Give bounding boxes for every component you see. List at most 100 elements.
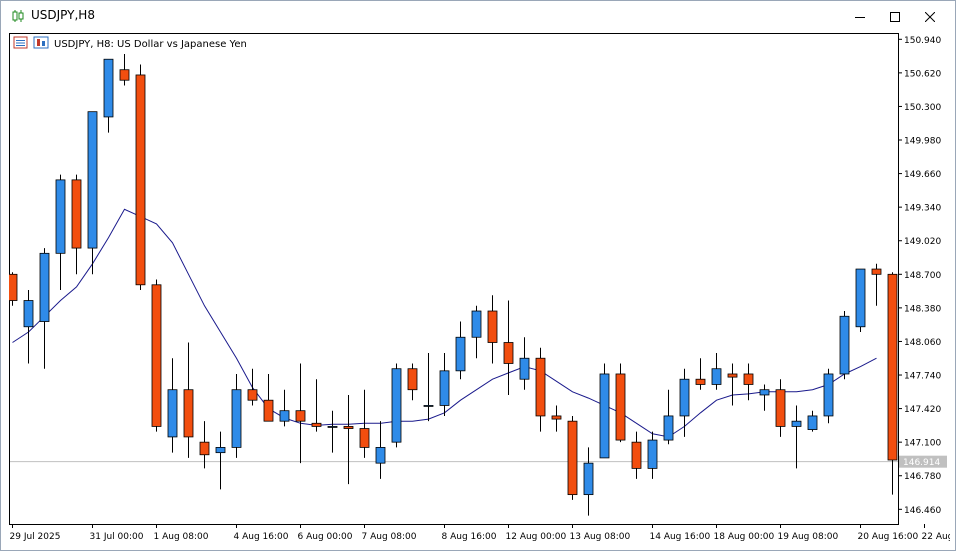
candle-body [279, 410, 290, 422]
candle-body [871, 268, 882, 275]
candle-body [23, 300, 34, 328]
candle-body [759, 389, 770, 396]
price-tick-label: 150.940 [904, 36, 941, 46]
candle-body [215, 447, 226, 454]
time-tick-label: 18 Aug 00:00 [714, 532, 775, 542]
candle[interactable] [151, 279, 162, 432]
candle-body [567, 420, 578, 496]
candle-body [103, 58, 114, 118]
candle-body [807, 415, 818, 430]
candle[interactable] [567, 415, 578, 500]
candle-body [615, 373, 626, 441]
indicator-list-icon [13, 36, 28, 49]
window-title: USDJPY,H8 [31, 8, 95, 22]
candle-body [695, 378, 706, 385]
candle-body [519, 357, 530, 380]
candle-body [295, 410, 306, 422]
symbol-chart-icon [33, 36, 49, 49]
candle-body [599, 373, 610, 459]
time-tick-label: 1 Aug 08:00 [154, 532, 209, 542]
price-tick-label: 150.620 [904, 69, 941, 79]
price-tick-label: 147.740 [904, 372, 941, 382]
candlestick-app-icon [12, 10, 24, 22]
candle-body [407, 368, 418, 391]
candle-body [455, 336, 466, 372]
price-tick-label: 146.460 [904, 506, 941, 516]
chart-symbol-description: USDJPY, H8: US Dollar vs Japanese Yen [54, 39, 247, 50]
candlestick-chart[interactable]: USDJPY, H8: US Dollar vs Japanese Yen 15… [7, 33, 956, 545]
price-tick-label: 149.020 [904, 237, 941, 247]
chart-area[interactable]: USDJPY, H8: US Dollar vs Japanese Yen 15… [7, 33, 956, 545]
price-tick-label: 149.340 [904, 204, 941, 214]
candle[interactable] [391, 363, 402, 448]
price-tick-label: 149.980 [904, 137, 941, 147]
title-bar[interactable]: USDJPY,H8 [1, 1, 955, 32]
candle-body [183, 389, 194, 438]
candle-body [663, 415, 674, 441]
time-tick-label: 12 Aug 00:00 [506, 532, 567, 542]
candle[interactable] [599, 363, 610, 459]
time-tick-label: 6 Aug 00:00 [298, 532, 353, 542]
candle-body [7, 273, 18, 301]
price-tick-label: 148.380 [904, 304, 941, 314]
candle-body [231, 389, 242, 448]
candle-body [311, 422, 322, 427]
current-price-label: 146.914 [903, 458, 940, 468]
candle-body [359, 428, 370, 448]
candle-body [791, 420, 802, 427]
candle-body [391, 368, 402, 443]
candle-body [135, 74, 146, 286]
maximize-button[interactable] [878, 1, 912, 32]
time-tick-label: 22 Aug 00:00 [922, 532, 951, 542]
price-tick-label: 148.060 [904, 338, 941, 348]
candle-body [487, 310, 498, 343]
candle[interactable] [7, 272, 18, 306]
candle-body [471, 310, 482, 338]
minimize-button[interactable] [843, 1, 877, 32]
candle-body [727, 373, 738, 378]
candle-body [119, 69, 130, 81]
candle-body [71, 179, 82, 249]
candle-body [743, 373, 754, 385]
candle-body [263, 399, 274, 422]
candle-body [647, 439, 658, 469]
time-tick-label: 4 Aug 16:00 [234, 532, 289, 542]
candle-body [535, 357, 546, 417]
candle-body [503, 342, 514, 364]
candle[interactable] [135, 64, 146, 291]
candle-body [887, 273, 898, 461]
candle-body [247, 389, 258, 401]
candle-body [679, 378, 690, 417]
candle[interactable] [615, 363, 626, 443]
price-axis[interactable]: 150.940 150.620 150.300 149.980 149.660 149.3… [898, 36, 947, 516]
price-tick-label: 149.660 [904, 170, 941, 180]
minimize-icon [855, 16, 865, 18]
candle-body [327, 426, 338, 428]
time-tick-label: 20 Aug 16:00 [858, 532, 919, 542]
candle-body [551, 415, 562, 420]
candle[interactable] [839, 311, 850, 380]
close-icon [925, 11, 935, 22]
time-tick-label: 8 Aug 16:00 [442, 532, 497, 542]
candle-body [151, 284, 162, 427]
candle-body [855, 268, 866, 328]
candle-body [167, 389, 178, 438]
candle[interactable] [823, 368, 834, 424]
time-tick-label: 13 Aug 08:00 [570, 532, 631, 542]
time-tick-label: 29 Jul 2025 [10, 532, 61, 542]
candle-body [823, 373, 834, 417]
close-button[interactable] [913, 1, 947, 32]
price-tick-label: 146.780 [904, 472, 941, 482]
price-tick-label: 150.300 [904, 103, 941, 113]
candle-body [631, 441, 642, 469]
candle[interactable] [855, 268, 866, 333]
candle-body [55, 179, 66, 254]
candle-body [583, 462, 594, 496]
candle-body [343, 426, 354, 429]
price-tick-label: 148.700 [904, 271, 941, 281]
candle-body [439, 370, 450, 406]
maximize-icon [890, 11, 900, 22]
time-tick-label: 31 Jul 00:00 [90, 532, 144, 542]
time-axis[interactable]: 29 Jul 2025 31 Jul 00:00 1 Aug 08:00 4 Aug … [10, 524, 956, 542]
price-tick-label: 147.420 [904, 405, 941, 415]
